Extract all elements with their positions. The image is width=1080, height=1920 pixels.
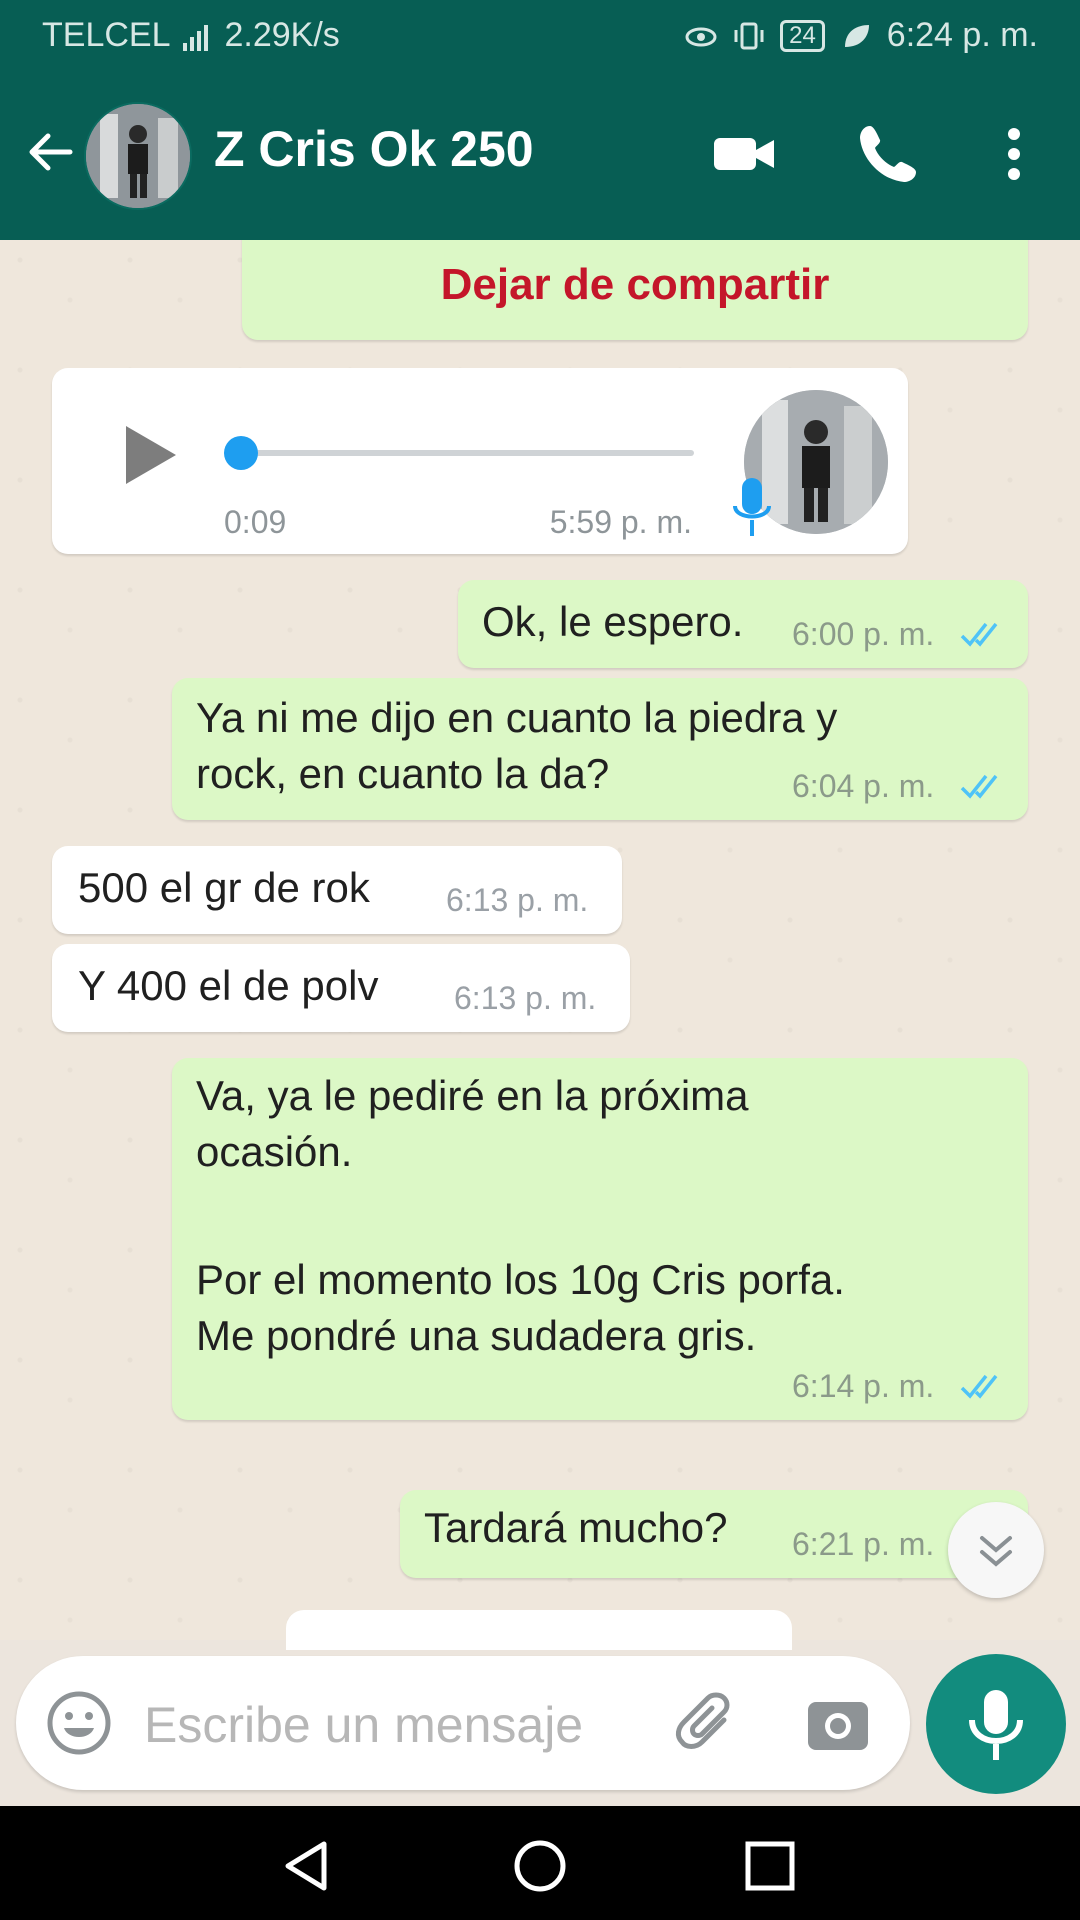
voice-record-button[interactable] (926, 1654, 1066, 1794)
status-bar: TELCEL 2.29K/s 24 6:24 p. m. (0, 0, 1080, 72)
partially-visible-message (286, 1610, 792, 1650)
message-time: 6:04 p. m. (792, 768, 935, 804)
message-text-line1: Ya ni me dijo en cuanto la piedra y (196, 694, 838, 741)
message-composer: Escribe un mensaje (16, 1656, 910, 1790)
back-nav-icon[interactable] (278, 1836, 338, 1896)
chat-area[interactable]: Dejar de compartir 0:09 5:59 p. m. Ok, l… (0, 240, 1080, 1640)
live-location-bubble: Dejar de compartir (242, 240, 1028, 340)
incoming-message[interactable]: Y 400 el de polv 6:13 p. m. (52, 944, 630, 1032)
vibrate-icon (734, 22, 764, 49)
video-call-icon[interactable] (712, 122, 776, 186)
system-navigation-bar (0, 1806, 1080, 1920)
message-time: 5:59 p. m. (549, 504, 692, 540)
message-text-line1: Va, ya le pediré en la próxima (196, 1072, 749, 1119)
play-icon[interactable] (114, 420, 184, 490)
eye-icon (685, 27, 717, 46)
more-options-icon[interactable] (982, 122, 1046, 186)
outgoing-message[interactable]: Tardará mucho? 6:21 p. m. (400, 1490, 1028, 1578)
audio-progress-track[interactable] (224, 450, 694, 456)
message-time: 6:13 p. m. (446, 882, 589, 918)
message-text-line3: Por el momento los 10g Cris porfa. (196, 1256, 845, 1303)
contact-name[interactable]: Z Cris Ok 250 (214, 120, 534, 178)
home-nav-icon[interactable] (510, 1836, 570, 1896)
message-time: 6:14 p. m. (792, 1368, 935, 1404)
signal-icon (182, 24, 208, 51)
camera-icon[interactable] (806, 1696, 870, 1752)
message-time: 6:13 p. m. (454, 980, 597, 1016)
outgoing-message[interactable]: Ok, le espero. 6:00 p. m. (458, 580, 1028, 668)
contact-avatar[interactable] (84, 102, 192, 210)
leaf-icon (844, 24, 869, 47)
message-time: 6:21 p. m. (792, 1526, 935, 1562)
recents-nav-icon[interactable] (740, 1836, 800, 1896)
message-text-line4: Me pondré una sudadera gris. (196, 1312, 757, 1359)
clock: 6:24 p. m. (886, 16, 1038, 54)
message-text: Y 400 el de polv (78, 962, 379, 1009)
read-receipt-icon (960, 1374, 998, 1399)
microphone-icon (969, 1690, 1023, 1760)
outgoing-message[interactable]: Ya ni me dijo en cuanto la piedra y rock… (172, 678, 1028, 820)
read-receipt-icon (960, 774, 998, 799)
avatar-photo-icon (86, 104, 190, 208)
attach-icon[interactable] (672, 1690, 742, 1760)
scroll-to-bottom-button[interactable] (948, 1502, 1044, 1598)
read-receipt-icon (960, 622, 998, 647)
voice-duration: 0:09 (224, 504, 287, 540)
message-text-line2: ocasión. (196, 1128, 353, 1175)
message-time: 6:00 p. m. (792, 616, 935, 652)
message-text-line2: rock, en cuanto la da? (196, 750, 610, 797)
stop-sharing-button[interactable]: Dejar de compartir (242, 260, 1028, 310)
microphone-icon (733, 478, 771, 536)
double-chevron-down-icon (980, 1536, 1012, 1567)
network-speed: 2.29K/s (224, 16, 340, 54)
chat-header: Z Cris Ok 250 (0, 72, 1080, 240)
back-arrow-icon[interactable] (22, 124, 78, 180)
message-text: Ok, le espero. (482, 598, 744, 645)
battery-indicator: 24 (780, 19, 825, 52)
phone-call-icon[interactable] (856, 122, 920, 186)
voice-message-bubble: 0:09 5:59 p. m. (52, 368, 908, 554)
message-text: Tardará mucho? (424, 1504, 728, 1551)
message-input[interactable]: Escribe un mensaje (144, 1696, 583, 1754)
audio-progress-knob[interactable] (224, 436, 258, 470)
message-text: 500 el gr de rok (78, 864, 370, 911)
outgoing-message[interactable]: Va, ya le pediré en la próxima ocasión. … (172, 1058, 1028, 1420)
emoji-icon[interactable] (44, 1688, 114, 1758)
incoming-message[interactable]: 500 el gr de rok 6:13 p. m. (52, 846, 622, 934)
carrier-label: TELCEL (42, 16, 171, 54)
